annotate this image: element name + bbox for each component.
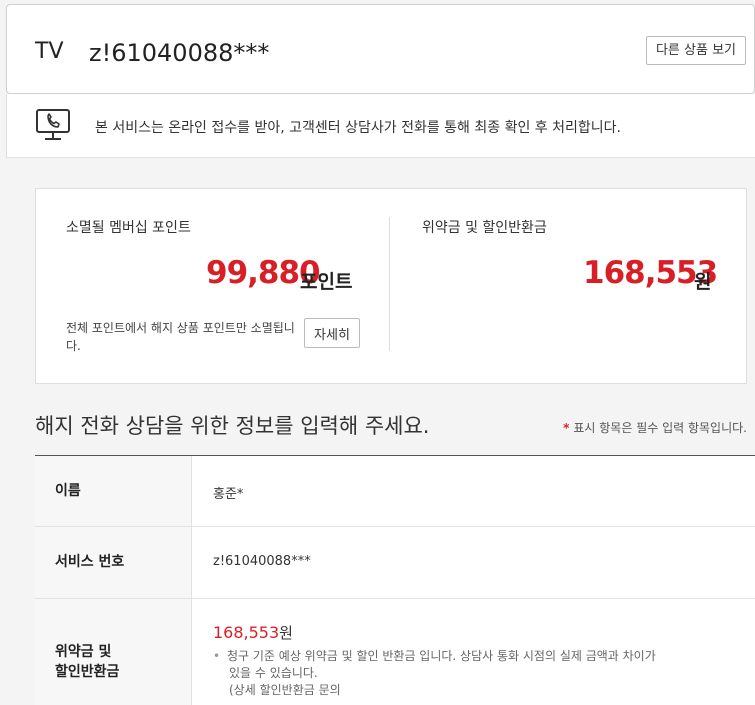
membership-points-label: 소멸될 멤버십 포인트 (66, 220, 191, 236)
required-note-text: 표시 항목은 필수 입력 항목입니다. (573, 421, 747, 435)
fee-note-line3: (상세 할인반환금 문의 (229, 683, 341, 697)
penalty-unit: 원 (694, 271, 712, 293)
card-divider (389, 217, 390, 351)
product-header: TV z!61040088*** 다른 상품 보기 (6, 4, 755, 94)
other-product-button[interactable]: 다른 상품 보기 (645, 36, 746, 65)
notice-text: 본 서비스는 온라인 접수를 받아, 고객센터 상담사가 전화를 통해 최종 확… (95, 120, 621, 136)
fee-amount: 168,553 (213, 623, 280, 642)
product-type: TV (35, 39, 64, 64)
name-value: 홍준* (213, 487, 244, 502)
penalty-label: 위약금 및 할인반환금 (422, 220, 547, 236)
required-note: * 표시 항목은 필수 입력 항목입니다. (563, 419, 747, 436)
fee-note-line1: 청구 기준 예상 위약금 및 할인 반환금 입니다. 상담사 통화 시점의 실제… (227, 649, 656, 663)
service-number-value: z!61040088*** (213, 554, 311, 569)
fee-unit: 원 (279, 624, 293, 642)
service-notice: 본 서비스는 온라인 접수를 받아, 고객센터 상담사가 전화를 통해 최종 확… (6, 94, 755, 158)
product-id: z!61040088*** (89, 39, 270, 67)
fee-note: • 청구 기준 예상 위약금 및 할인 반환금 입니다. 상담사 통화 시점의 실… (213, 648, 713, 699)
form-title: 해지 전화 상담을 위한 정보를 입력해 주세요. (35, 414, 430, 438)
name-label: 이름 (55, 483, 81, 499)
required-star: * (563, 421, 570, 435)
form-row-fee: 위약금 및 할인반환금 168,553원 • 청구 기준 예상 위약금 및 할인 … (35, 599, 755, 705)
fee-value: 168,553원 (213, 622, 293, 643)
phone-monitor-icon (36, 109, 70, 140)
detail-button[interactable]: 자세히 (304, 318, 360, 348)
fee-note-line2: 있을 수 있습니다. (229, 666, 318, 680)
form-row-name: 이름 홍준* (35, 456, 755, 527)
service-number-label: 서비스 번호 (55, 554, 125, 570)
points-summary-card: 소멸될 멤버십 포인트 99,880 포인트 전체 포인트에서 해지 상품 포인… (35, 188, 747, 384)
membership-points-unit: 포인트 (300, 271, 353, 293)
membership-points-note: 전체 포인트에서 해지 상품 포인트만 소멸됩니다. (66, 321, 295, 353)
fee-label-line1: 위약금 및 (55, 644, 112, 660)
fee-label-line2: 할인반환금 (55, 664, 120, 680)
form-row-service-number: 서비스 번호 z!61040088*** (35, 527, 755, 599)
info-form-table: 이름 홍준* 서비스 번호 z!61040088*** 위약금 및 할인반환금 … (35, 455, 755, 705)
